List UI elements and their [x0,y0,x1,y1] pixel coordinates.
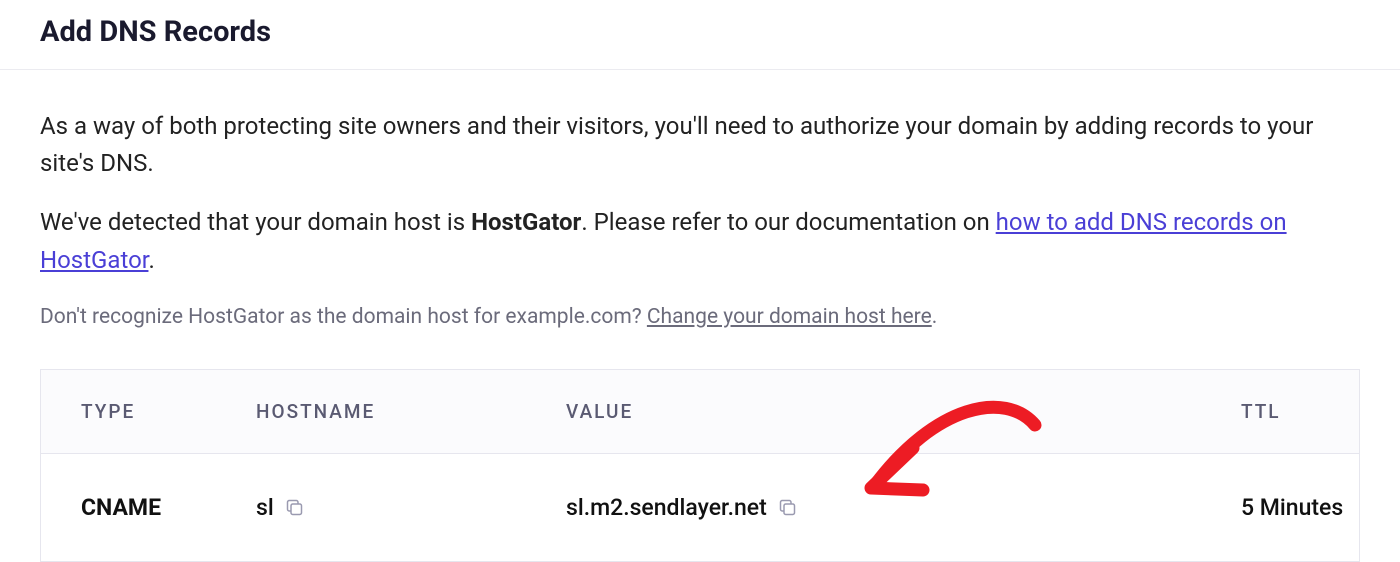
page-title: Add DNS Records [0,0,1400,69]
dns-records-table: TYPE HOSTNAME VALUE TTL CNAME sl sl.m2.s… [40,369,1360,562]
td-ttl: 5 Minutes [1201,454,1359,561]
doc-period: . [148,246,154,274]
th-value: VALUE [526,370,1201,453]
table-row: CNAME sl sl.m2.sendlayer.net [41,454,1359,561]
td-value: sl.m2.sendlayer.net [526,454,1201,561]
muted-text: Don't recognize HostGator as the domain … [40,305,1360,329]
intro-text: As a way of both protecting site owners … [40,108,1360,182]
td-type: CNAME [41,454,216,561]
detected-host: HostGator [471,208,581,236]
detected-text: We've detected that your domain host is … [40,204,1360,278]
detected-suffix: . Please refer to our documentation on [581,208,995,236]
th-type: TYPE [41,370,216,453]
th-ttl: TTL [1201,370,1359,453]
copy-icon[interactable] [777,497,798,518]
copy-icon[interactable] [284,497,305,518]
content-area: As a way of both protecting site owners … [0,69,1400,562]
th-hostname: HOSTNAME [216,370,526,453]
value-text: sl.m2.sendlayer.net [566,494,767,521]
hostname-value: sl [256,494,274,521]
table-header-row: TYPE HOSTNAME VALUE TTL [41,370,1359,454]
detected-prefix: We've detected that your domain host is [40,208,471,236]
muted-prefix: Don't recognize HostGator as the domain … [40,305,647,329]
muted-period: . [932,305,938,329]
change-host-link[interactable]: Change your domain host here [647,305,932,329]
td-hostname: sl [216,454,526,561]
